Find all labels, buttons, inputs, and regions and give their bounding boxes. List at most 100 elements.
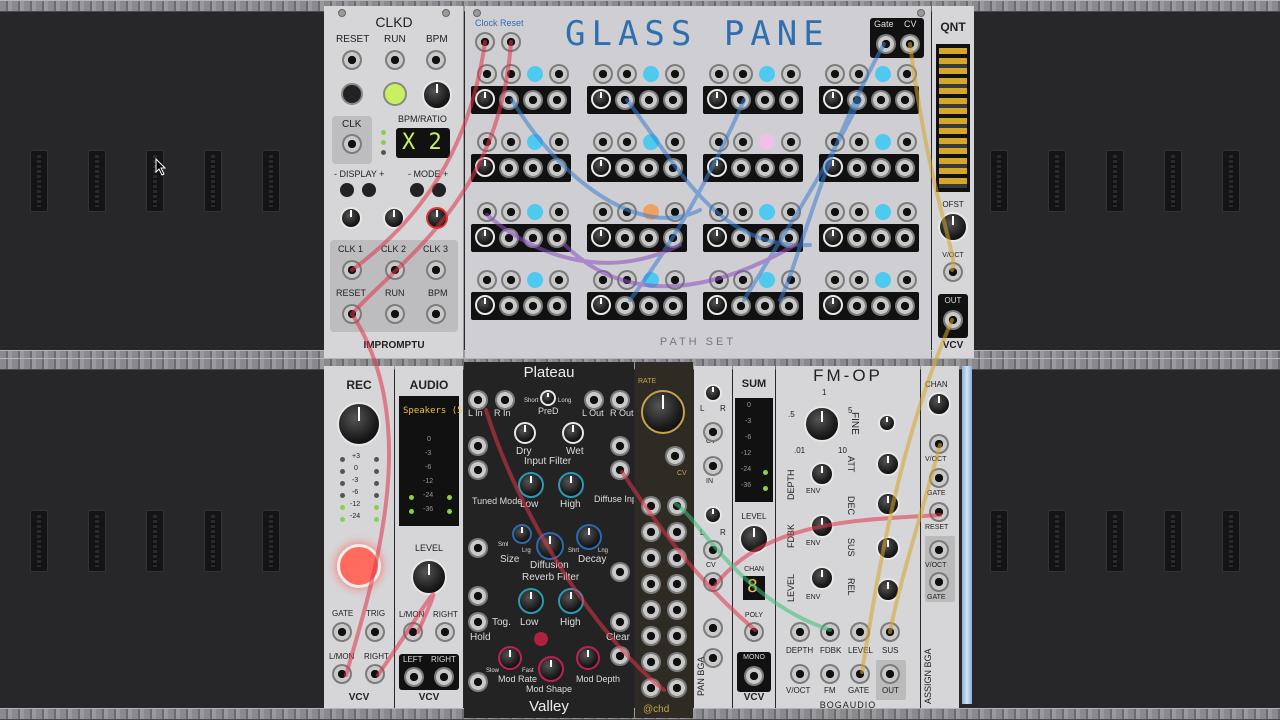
cell-jack[interactable]	[779, 296, 799, 316]
cell-jack[interactable]	[847, 296, 867, 316]
feedback-cv-jack[interactable]	[820, 622, 840, 642]
echo-output-jack[interactable]	[641, 548, 661, 568]
cell-input-jack[interactable]	[825, 64, 845, 84]
gate-input-jack[interactable]	[929, 468, 949, 488]
audio-input-right-jack[interactable]	[435, 622, 455, 642]
right-input-jack[interactable]	[495, 390, 515, 410]
cell-jack[interactable]	[663, 228, 683, 248]
cell-prob-knob[interactable]	[475, 227, 495, 247]
reset-input-jack[interactable]	[342, 50, 362, 70]
bpm-knob[interactable]	[422, 80, 452, 110]
reverb-high-knob[interactable]	[558, 588, 584, 614]
decay-knob[interactable]	[876, 492, 900, 516]
cell-prob-knob[interactable]	[823, 89, 843, 109]
attack-knob[interactable]	[876, 452, 900, 476]
cell-input-jack[interactable]	[477, 64, 497, 84]
rec-gain-knob[interactable]	[337, 402, 381, 446]
cell-mod-jack[interactable]	[617, 132, 637, 152]
cell-mod-jack[interactable]	[849, 270, 869, 290]
cell-prob-knob[interactable]	[475, 89, 495, 109]
cell-select-button[interactable]	[527, 272, 543, 288]
echo-output-jack[interactable]	[641, 652, 661, 672]
cell-prob-knob[interactable]	[707, 157, 727, 177]
display-plus-button[interactable]	[362, 183, 376, 197]
cell-jack[interactable]	[663, 90, 683, 110]
cell-prob-knob[interactable]	[591, 89, 611, 109]
cell-output-jack[interactable]	[549, 202, 569, 222]
input-low-cv-jack[interactable]	[468, 460, 488, 480]
cell-mod-jack[interactable]	[617, 64, 637, 84]
ratio2-knob[interactable]	[383, 207, 405, 229]
cell-jack[interactable]	[547, 296, 567, 316]
diffusion-knob[interactable]	[536, 532, 564, 560]
hold-button[interactable]	[534, 632, 548, 646]
pan2-input-jack[interactable]	[703, 572, 723, 592]
cell-jack[interactable]	[755, 90, 775, 110]
audio-output-right-jack[interactable]	[434, 667, 454, 687]
audio-output-left-jack[interactable]	[404, 667, 424, 687]
cell-jack[interactable]	[895, 90, 915, 110]
cell-jack[interactable]	[871, 158, 891, 178]
pan2-cv-jack[interactable]	[703, 540, 723, 560]
depth-knob[interactable]	[810, 462, 834, 486]
cell-output-jack[interactable]	[897, 64, 917, 84]
cell-output-jack[interactable]	[781, 270, 801, 290]
left-output-jack[interactable]	[584, 390, 604, 410]
reset-input-jack[interactable]	[501, 32, 521, 52]
cell-jack[interactable]	[663, 158, 683, 178]
audio-device-name[interactable]: Speakers (5	[403, 406, 463, 416]
release-knob[interactable]	[876, 578, 900, 602]
clk2-output-jack[interactable]	[385, 260, 405, 280]
echo-output-jack[interactable]	[667, 652, 687, 672]
cell-jack[interactable]	[615, 228, 635, 248]
cell-jack[interactable]	[847, 228, 867, 248]
cell-mod-jack[interactable]	[849, 132, 869, 152]
fm-input-jack[interactable]	[820, 664, 840, 684]
cell-select-button[interactable]	[643, 66, 659, 82]
cell-input-jack[interactable]	[825, 270, 845, 290]
cell-output-jack[interactable]	[665, 202, 685, 222]
rate-cv-jack[interactable]	[665, 446, 685, 466]
cell-output-jack[interactable]	[549, 270, 569, 290]
cell-select-button[interactable]	[875, 204, 891, 220]
audio-display[interactable]: Speakers (5 0 -3 -6 -12 -24 -36	[399, 396, 463, 526]
sustain-knob[interactable]	[876, 536, 900, 560]
mode-minus-button[interactable]	[410, 183, 424, 197]
echo-output-jack[interactable]	[667, 678, 687, 698]
cell-mod-jack[interactable]	[849, 202, 869, 222]
echo-output-jack[interactable]	[667, 496, 687, 516]
cell-select-button[interactable]	[643, 204, 659, 220]
echo-output-jack[interactable]	[641, 574, 661, 594]
cell-jack[interactable]	[547, 158, 567, 178]
bpm-input-jack[interactable]	[426, 50, 446, 70]
cell-prob-knob[interactable]	[707, 227, 727, 247]
echo-output-jack[interactable]	[667, 574, 687, 594]
feedback-knob[interactable]	[810, 514, 834, 538]
fine-knob[interactable]	[878, 414, 896, 432]
cell-jack[interactable]	[847, 90, 867, 110]
cell-input-jack[interactable]	[709, 64, 729, 84]
predelay-knob[interactable]	[540, 390, 556, 406]
cell-output-jack[interactable]	[781, 202, 801, 222]
cell-jack[interactable]	[871, 296, 891, 316]
dry-knob[interactable]	[514, 422, 536, 444]
cell-select-button[interactable]	[527, 66, 543, 82]
dry-cv-jack[interactable]	[468, 436, 488, 456]
cell-output-jack[interactable]	[665, 64, 685, 84]
cell-jack[interactable]	[731, 296, 751, 316]
right-output-jack[interactable]	[610, 390, 630, 410]
cell-jack[interactable]	[755, 228, 775, 248]
run-input-jack[interactable]	[385, 50, 405, 70]
cell-jack[interactable]	[779, 228, 799, 248]
pan-input-jack[interactable]	[703, 456, 723, 476]
cell-output-jack[interactable]	[665, 270, 685, 290]
toggle-cv-jack[interactable]	[468, 612, 488, 632]
mode-plus-button[interactable]	[432, 183, 446, 197]
echo-output-jack[interactable]	[641, 626, 661, 646]
cell-input-jack[interactable]	[477, 202, 497, 222]
clk3-output-jack[interactable]	[426, 260, 446, 280]
cell-jack[interactable]	[523, 90, 543, 110]
cell-mod-jack[interactable]	[849, 64, 869, 84]
gate-input-jack[interactable]	[850, 664, 870, 684]
cell-jack[interactable]	[499, 90, 519, 110]
